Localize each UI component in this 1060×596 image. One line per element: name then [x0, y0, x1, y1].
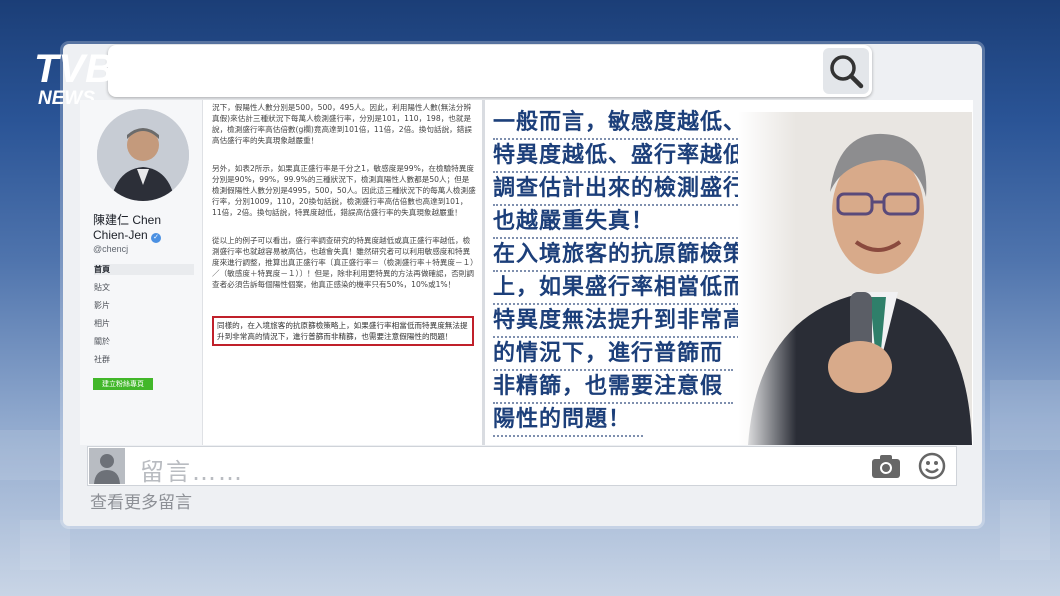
verified-icon: ✓	[151, 233, 162, 243]
post-paragraph-1: 況下，假陽性人數分別是500，500，495人。因此，利用陽性人數(無法分辨真假…	[212, 103, 472, 145]
search-bar[interactable]	[108, 45, 872, 97]
nav-about[interactable]: 關於	[94, 336, 194, 347]
post-paragraph-3: 從以上的例子可以看出，盛行率調查研究的特異度越低或真正盛行率越低，檢測盛行率也就…	[212, 236, 474, 289]
quote-line: 的情況下，進行普篩而	[493, 339, 733, 371]
quote-line: 陽性的問題！	[493, 405, 643, 437]
nav-posts[interactable]: 貼文	[94, 282, 194, 293]
search-button[interactable]	[823, 48, 869, 94]
bg-tile	[0, 430, 60, 480]
post-paragraph-2: 另外，如表2所示，如果真正盛行率是千分之1，敏感度是99%，在檢驗特異度分別是9…	[212, 164, 476, 217]
bg-tile	[20, 520, 70, 570]
quote-line: 特異度無法提升到非常高	[493, 306, 763, 338]
quote-line: 非精篩，也需要注意假	[493, 372, 733, 404]
nav-videos[interactable]: 影片	[94, 300, 194, 311]
nav-photos[interactable]: 相片	[94, 318, 194, 329]
post-paragraph-highlighted: 同樣的，在入境旅客的抗原篩檢策略上，如果盛行率相當低而特異度無法提升到非常高的情…	[212, 316, 474, 346]
nav-community[interactable]: 社群	[94, 354, 194, 365]
panel-divider	[482, 100, 485, 445]
speaker-photo	[738, 112, 972, 445]
profile-name-line2: Chien-Jen ✓	[93, 228, 162, 243]
commenter-avatar	[89, 448, 125, 484]
bg-tile	[1000, 500, 1050, 560]
create-page-button[interactable]: 建立粉絲專頁	[93, 378, 153, 390]
svg-text:TVBS: TVBS	[34, 47, 141, 91]
bg-tile	[990, 380, 1060, 450]
profile-avatar[interactable]	[97, 109, 189, 201]
camera-icon[interactable]	[870, 452, 902, 480]
comment-placeholder: 留言……	[140, 458, 244, 486]
nav-home[interactable]: 首頁	[94, 264, 194, 275]
profile-name[interactable]: 陳建仁 Chen Chien-Jen ✓	[93, 213, 162, 243]
see-more-comments-link[interactable]: 查看更多留言	[90, 488, 192, 513]
profile-name-line1: 陳建仁 Chen	[93, 213, 162, 227]
smiley-icon[interactable]	[918, 452, 946, 480]
profile-handle: @chencj	[93, 244, 129, 254]
quote-line: 上，如果盛行率相當低而	[493, 273, 763, 305]
search-icon	[830, 55, 864, 89]
